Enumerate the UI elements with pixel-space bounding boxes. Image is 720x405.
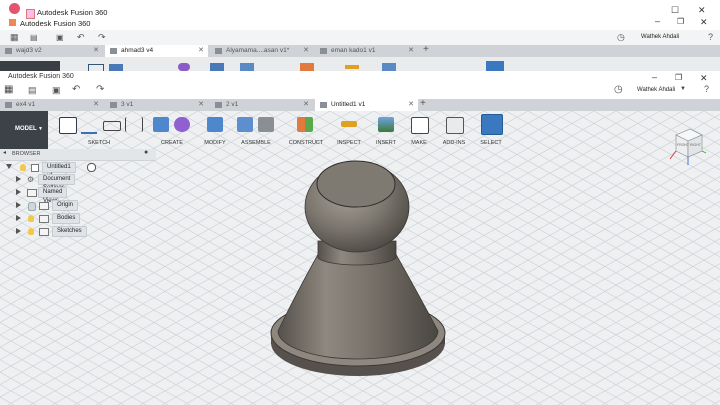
ribbon-icon[interactable] <box>178 63 190 71</box>
inner-user-name[interactable]: Wathek Ahdali <box>637 87 675 93</box>
redo-icon[interactable]: ↷ <box>96 84 104 95</box>
outer-tab[interactable]: wajd3 v2 ✕ <box>0 45 103 57</box>
close-icon[interactable]: ✕ <box>700 17 708 28</box>
ribbon-icon[interactable] <box>300 63 314 71</box>
ribbon-icon[interactable] <box>345 65 359 69</box>
design-canvas[interactable]: MODEL ▼ SKETCH CREATE MODIFY ASSEMBLE CO… <box>0 111 720 405</box>
undo-icon[interactable]: ↶ <box>77 32 85 43</box>
inner-tab[interactable]: 2 v1 ✕ <box>210 99 313 111</box>
file-icon[interactable]: ▤ <box>30 33 38 42</box>
ribbon-icon[interactable] <box>486 61 504 71</box>
outer-tab-bar: wajd3 v2 ✕ ahmad3 v4 ✕ Alyamama....asan v1… <box>0 44 720 57</box>
outer-tab-active[interactable]: ahmad3 v4 ✕ <box>105 45 208 57</box>
inner-toolbar: ▦ ▤ ▣ ↶ ↷ ◷ Wathek Ahdali ▼ ? <box>0 83 720 99</box>
undo-icon[interactable]: ↶ <box>72 84 80 95</box>
redo-icon[interactable]: ↷ <box>98 32 106 43</box>
ribbon-icon[interactable] <box>240 63 254 71</box>
3d-model[interactable] <box>0 111 720 405</box>
outer-workspace-button[interactable] <box>0 61 60 71</box>
restore-icon[interactable]: ❐ <box>677 17 684 26</box>
clock-icon[interactable]: ◷ <box>617 32 625 43</box>
macos-close-dot[interactable] <box>9 3 20 14</box>
close-icon[interactable]: ✕ <box>698 5 706 16</box>
outer-title-bar: Autodesk Fusion 360 Autodesk Fusion 360 … <box>0 0 720 30</box>
grid-menu-icon[interactable]: ▦ <box>4 84 13 95</box>
clock-icon[interactable]: ◷ <box>614 84 623 95</box>
outer-tab[interactable]: eman kado1 v1 ✕ <box>315 45 418 57</box>
help-icon[interactable]: ? <box>708 32 713 42</box>
app-logo-icon <box>26 9 35 19</box>
minimize-icon[interactable]: – <box>655 16 660 26</box>
inner-window: Autodesk Fusion 360 – ❐ ✕ ▦ ▤ ▣ ↶ ↷ ◷ Wa… <box>0 71 720 405</box>
help-icon[interactable]: ? <box>704 84 709 94</box>
inner-title-bar: Autodesk Fusion 360 – ❐ ✕ <box>0 71 720 83</box>
minimize-icon[interactable]: – <box>652 71 657 83</box>
inner-tab[interactable]: ex4 v1 ✕ <box>0 99 103 111</box>
ribbon-icon[interactable] <box>382 63 396 71</box>
new-tab-icon[interactable]: + <box>423 44 429 55</box>
outer-tab[interactable]: Alyamama....asan v1* ✕ <box>210 45 313 57</box>
inner-tab[interactable]: 3 v1 ✕ <box>105 99 208 111</box>
new-tab-icon[interactable]: + <box>420 98 426 109</box>
user-dropdown-icon[interactable]: ▼ <box>680 86 686 92</box>
inner-app-title: Autodesk Fusion 360 <box>8 73 74 80</box>
outer-user-name[interactable]: Wathek Ahdali <box>641 34 679 40</box>
ribbon-icon[interactable] <box>88 64 104 71</box>
outer-subtitle: Autodesk Fusion 360 <box>20 19 91 28</box>
save-icon[interactable]: ▣ <box>56 33 64 42</box>
inner-tab-bar: ex4 v1 ✕ 3 v1 ✕ 2 v1 ✕ Untitled1 v1 ✕ + <box>0 98 720 111</box>
app-logo-icon <box>9 19 16 26</box>
grid-menu-icon[interactable]: ▦ <box>10 32 19 43</box>
outer-ribbon <box>0 57 720 71</box>
inner-tab-active[interactable]: Untitled1 v1 ✕ <box>315 99 418 111</box>
outer-app-title: Autodesk Fusion 360 <box>37 8 108 17</box>
file-icon[interactable]: ▤ <box>28 85 37 96</box>
ribbon-icon[interactable] <box>109 64 123 71</box>
save-icon[interactable]: ▣ <box>52 85 61 96</box>
ribbon-icon[interactable] <box>210 63 224 71</box>
outer-toolbar: ▦ ▤ ▣ ↶ ↷ ◷ Wathek Ahdali ? <box>0 30 720 45</box>
maximize-icon[interactable]: ☐ <box>671 5 679 16</box>
